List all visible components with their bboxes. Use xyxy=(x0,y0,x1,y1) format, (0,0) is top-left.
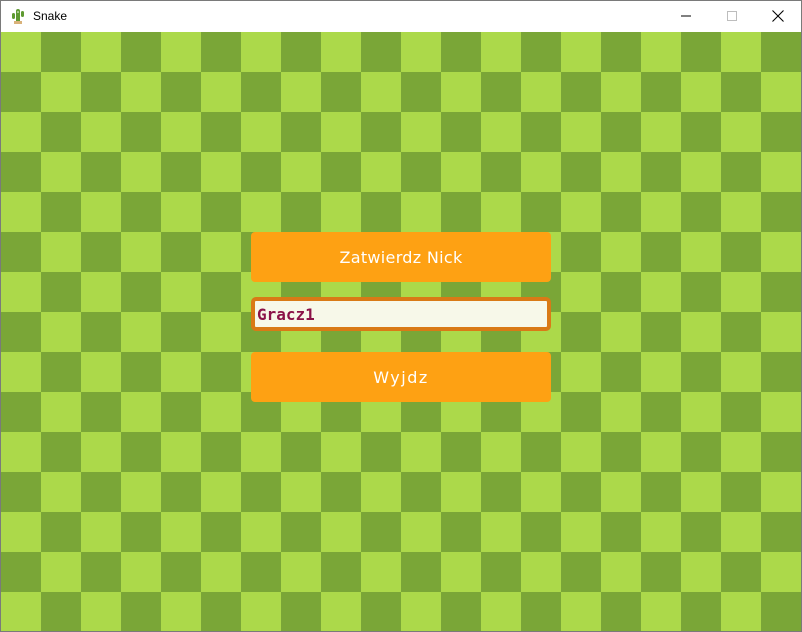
close-button[interactable] xyxy=(755,1,801,31)
confirm-nick-button[interactable]: Zatwierdz Nick xyxy=(251,232,551,282)
exit-button[interactable]: Wyjdz xyxy=(251,352,551,402)
nick-input[interactable] xyxy=(251,297,551,331)
checkerboard-background: Zatwierdz Nick Wyjdz xyxy=(1,32,801,631)
title-bar[interactable]: Snake xyxy=(1,1,801,31)
window-title: Snake xyxy=(33,9,68,23)
minimize-button[interactable] xyxy=(663,1,709,31)
app-window: Snake Zatwierdz Nick Wyjdz xyxy=(0,0,802,632)
maximize-button[interactable] xyxy=(709,1,755,31)
app-icon xyxy=(10,8,26,24)
maximize-icon xyxy=(727,11,737,21)
close-icon xyxy=(772,10,784,22)
minimize-icon xyxy=(681,15,691,17)
